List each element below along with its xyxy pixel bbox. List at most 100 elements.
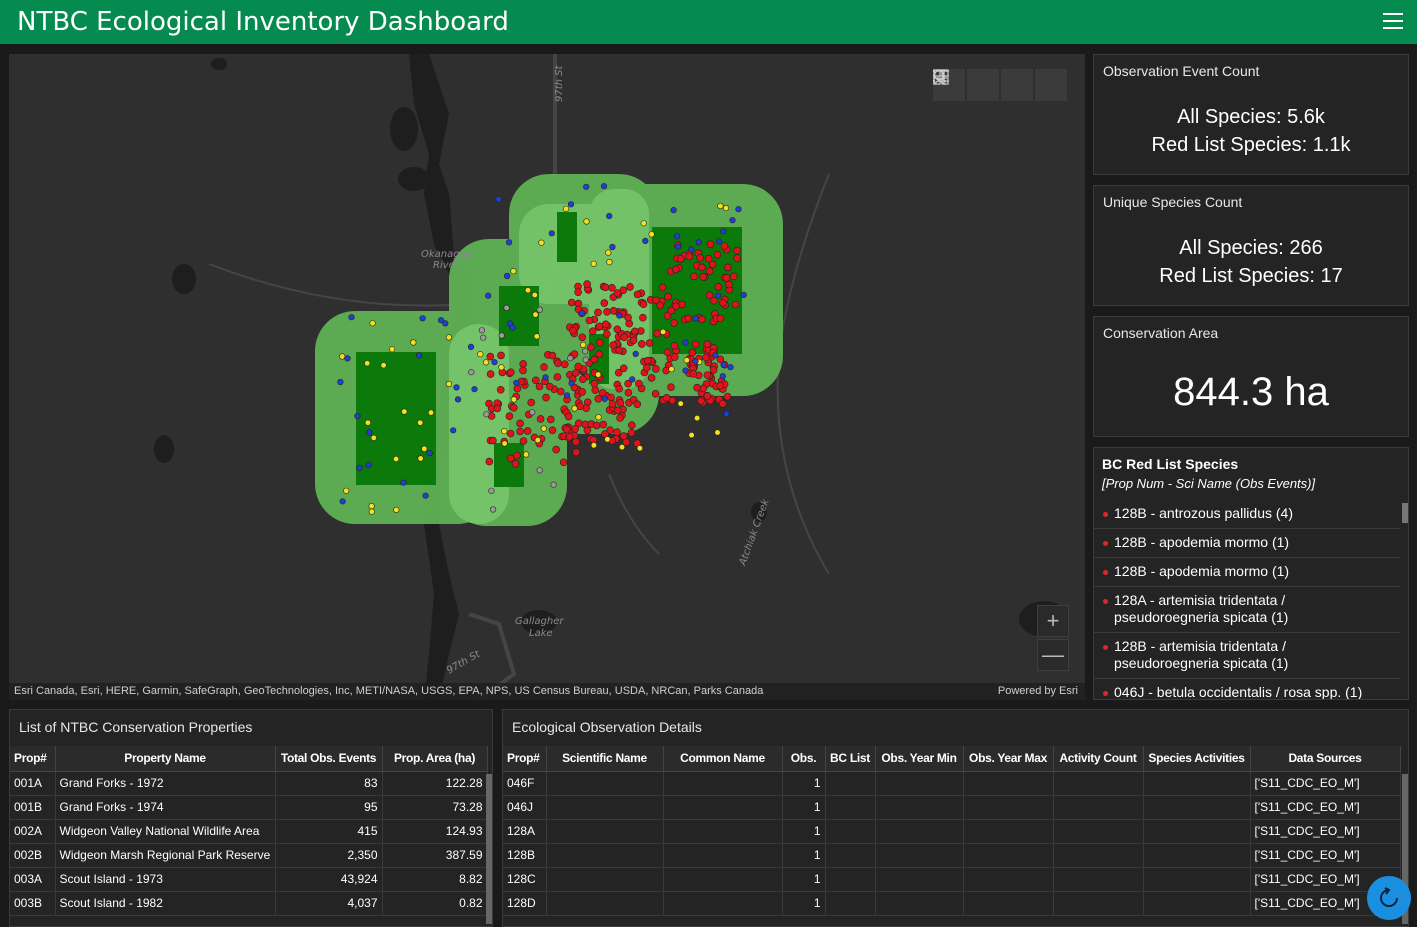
observation-point[interactable] — [613, 406, 622, 415]
observation-point[interactable] — [699, 273, 708, 281]
observation-point[interactable] — [503, 304, 510, 311]
basemap-gallery-icon[interactable] — [933, 69, 1067, 101]
observation-point[interactable] — [583, 218, 590, 225]
observation-point[interactable] — [567, 355, 574, 362]
observation-point[interactable] — [519, 360, 528, 368]
observation-point[interactable] — [689, 369, 698, 378]
refresh-button[interactable] — [1367, 876, 1411, 920]
observation-point[interactable] — [670, 353, 679, 361]
observation-point[interactable] — [691, 340, 700, 349]
observation-point[interactable] — [471, 386, 478, 393]
observation-point[interactable] — [536, 467, 543, 474]
observation-point[interactable] — [703, 392, 712, 400]
observation-point[interactable] — [606, 259, 613, 266]
observation-point[interactable] — [693, 415, 701, 422]
observation-point[interactable] — [723, 410, 730, 417]
observation-point[interactable] — [671, 265, 680, 274]
observation-point[interactable] — [480, 334, 487, 341]
observation-point[interactable] — [601, 283, 610, 292]
observation-point[interactable] — [422, 492, 429, 499]
observation-point[interactable] — [568, 380, 575, 387]
observation-point[interactable] — [693, 383, 701, 392]
observation-point[interactable] — [483, 411, 490, 418]
legend-list-icon[interactable] — [933, 69, 1033, 101]
observation-point[interactable] — [615, 384, 624, 393]
observation-point[interactable] — [548, 230, 555, 237]
observation-point[interactable] — [497, 351, 505, 360]
observation-point[interactable] — [572, 438, 580, 446]
observation-point[interactable] — [648, 231, 655, 238]
observation-point[interactable] — [540, 363, 548, 371]
observation-point[interactable] — [633, 290, 642, 299]
observation-point[interactable] — [510, 396, 518, 403]
observation-point[interactable] — [639, 313, 647, 322]
observation-point[interactable] — [682, 339, 689, 346]
observation-point[interactable] — [339, 498, 346, 505]
column-header[interactable]: Common Name — [663, 746, 783, 772]
observation-point[interactable] — [729, 217, 736, 224]
observation-point[interactable] — [516, 419, 524, 428]
table-row[interactable]: 128C 1 ['S11_CDC_EO_M'] — [503, 867, 1401, 892]
observation-point[interactable] — [529, 409, 536, 416]
observation-point[interactable] — [720, 242, 729, 250]
list-item[interactable]: 128B - apodemia mormo (1) — [1094, 558, 1400, 587]
observation-point[interactable] — [369, 320, 376, 327]
observation-point[interactable] — [716, 381, 725, 390]
observation-point[interactable] — [709, 366, 718, 374]
observation-point[interactable] — [354, 412, 361, 420]
observation-point[interactable] — [567, 298, 576, 307]
observation-point[interactable] — [583, 426, 592, 435]
observation-point[interactable] — [712, 352, 719, 359]
observation-point[interactable] — [627, 428, 636, 437]
observation-point[interactable] — [688, 246, 695, 253]
observation-point[interactable] — [356, 464, 363, 472]
observation-point[interactable] — [600, 299, 609, 307]
observation-point[interactable] — [416, 352, 423, 359]
observation-point[interactable] — [571, 405, 578, 412]
table-row[interactable]: 128A 1 ['S11_CDC_EO_M'] — [503, 819, 1401, 844]
observation-point[interactable] — [450, 427, 457, 434]
observation-point[interactable] — [504, 272, 511, 280]
observation-point[interactable] — [468, 369, 475, 376]
observation-point[interactable] — [516, 427, 524, 436]
observation-point[interactable] — [604, 436, 611, 443]
hamburger-menu-icon[interactable] — [1383, 13, 1403, 29]
observation-point[interactable] — [708, 260, 717, 269]
observation-point[interactable] — [613, 428, 621, 437]
observation-point[interactable] — [662, 366, 670, 375]
observation-point[interactable] — [527, 398, 536, 407]
observation-point[interactable] — [616, 399, 625, 407]
observation-point[interactable] — [538, 239, 545, 246]
observation-point[interactable] — [477, 351, 484, 358]
observation-point[interactable] — [719, 373, 726, 380]
zoom-in-button[interactable]: + — [1037, 605, 1069, 637]
observation-point[interactable] — [523, 427, 532, 435]
observation-point[interactable] — [713, 250, 722, 259]
table-row[interactable]: 001A Grand Forks - 1972 83 122.28 — [10, 771, 488, 796]
observation-point[interactable] — [735, 206, 742, 213]
observation-point[interactable] — [574, 362, 583, 371]
observation-point[interactable] — [720, 361, 727, 368]
observation-point[interactable] — [496, 385, 505, 394]
observation-point[interactable] — [692, 315, 699, 322]
observation-point[interactable] — [703, 371, 712, 379]
observation-point[interactable] — [370, 434, 377, 442]
observation-point[interactable] — [542, 393, 550, 402]
observation-point[interactable] — [560, 360, 569, 369]
observation-point[interactable] — [489, 436, 497, 445]
table-row[interactable]: 003B Scout Island - 1982 4,037 0.82 — [10, 891, 488, 916]
observation-point[interactable] — [337, 378, 344, 386]
observation-point[interactable] — [668, 366, 675, 373]
observation-point[interactable] — [365, 461, 372, 469]
observation-point[interactable] — [718, 399, 727, 408]
observation-point[interactable] — [698, 263, 706, 272]
observation-point[interactable] — [506, 368, 515, 377]
observation-point[interactable] — [506, 239, 513, 246]
table-row[interactable]: 046F 1 ['S11_CDC_EO_M'] — [503, 771, 1401, 796]
observation-point[interactable] — [619, 364, 628, 373]
table-row[interactable]: 002B Widgeon Marsh Regional Park Reserve 2… — [10, 843, 488, 868]
observation-point[interactable] — [607, 393, 615, 402]
observation-point[interactable] — [509, 403, 518, 412]
column-header[interactable]: Property Name — [55, 746, 276, 772]
column-header[interactable]: Total Obs. Events — [275, 746, 383, 772]
